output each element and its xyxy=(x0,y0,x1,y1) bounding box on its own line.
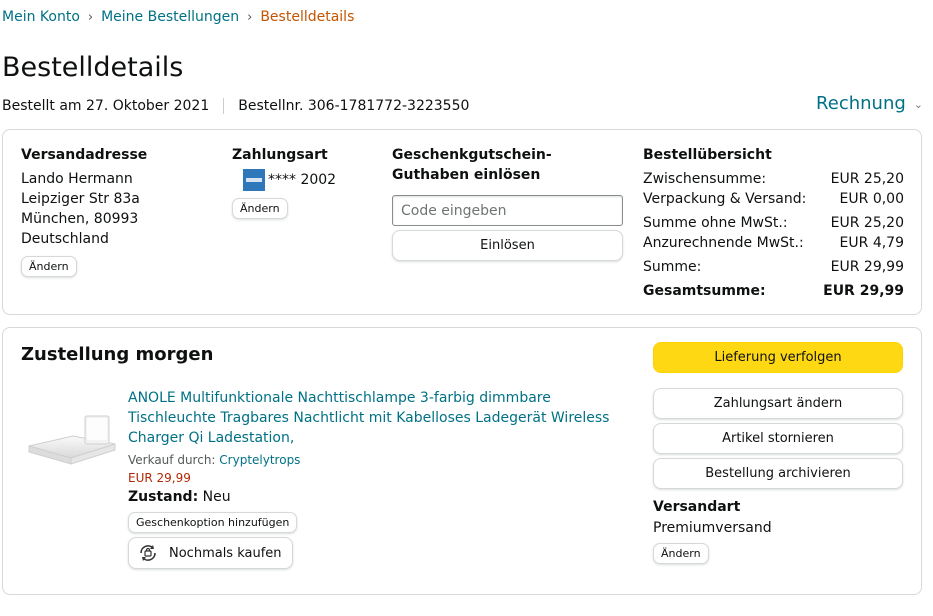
summary-label: Summe ohne MwSt.: xyxy=(643,215,788,231)
invoice-dropdown[interactable]: Rechnung ⌄ xyxy=(816,93,923,114)
shipment-actions: Lieferung verfolgen Zahlungsart ändern A… xyxy=(653,342,903,564)
summary-label: Anzurechnende MwSt.: xyxy=(643,235,804,251)
breadcrumb-separator-icon: › xyxy=(247,9,253,25)
order-summary-section: Bestellübersicht Zwischensumme: EUR 25,2… xyxy=(643,145,904,301)
shipping-address-section: Versandadresse Lando Hermann Leipziger S… xyxy=(21,145,211,277)
delivery-status-title: Zustellung morgen xyxy=(21,344,214,365)
summary-row: Zwischensumme: EUR 25,20 xyxy=(643,169,904,189)
summary-row: Summe ohne MwSt.: EUR 25,20 xyxy=(643,213,904,233)
change-payment-method-button[interactable]: Zahlungsart ändern xyxy=(653,388,903,419)
order-number: Bestellnr. 306-1781772-3223550 xyxy=(238,98,470,114)
redeem-button[interactable]: Einlösen xyxy=(392,230,623,261)
gift-card-section: Geschenkgutschein-Guthaben einlösen Einl… xyxy=(392,145,623,261)
invoice-label: Rechnung xyxy=(816,93,906,114)
summary-label: Verpackung & Versand: xyxy=(643,191,807,207)
breadcrumb-current: Bestelldetails xyxy=(260,9,355,25)
breadcrumb-my-orders[interactable]: Meine Bestellungen xyxy=(101,9,239,25)
product-info: ANOLE Multifunktionale Nachttischlampe 3… xyxy=(128,388,628,569)
sold-by-label: Verkauf durch: xyxy=(128,453,216,467)
page-title: Bestelldetails xyxy=(2,52,184,83)
track-package-button[interactable]: Lieferung verfolgen xyxy=(653,342,903,373)
buy-again-button[interactable]: Nochmals kaufen xyxy=(128,537,293,569)
summary-total-value: EUR 29,99 xyxy=(823,283,904,299)
order-summary-title: Bestellübersicht xyxy=(643,147,772,163)
order-info-box: Versandadresse Lando Hermann Leipziger S… xyxy=(2,129,922,315)
buy-again-icon xyxy=(140,545,156,561)
address-line: München, 80993 xyxy=(21,211,139,227)
change-payment-button[interactable]: Ändern xyxy=(232,198,288,219)
chevron-down-icon: ⌄ xyxy=(913,98,923,111)
shipping-method-title: Versandart xyxy=(653,499,741,515)
address-line: Lando Hermann xyxy=(21,171,133,187)
summary-label: Zwischensumme: xyxy=(643,171,767,187)
breadcrumb-separator-icon: › xyxy=(87,9,94,25)
summary-label: Summe: xyxy=(643,259,702,275)
summary-row: Anzurechnende MwSt.: EUR 4,79 xyxy=(643,233,904,253)
gift-card-title: Geschenkgutschein-Guthaben einlösen xyxy=(392,147,552,183)
summary-total-label: Gesamtsumme: xyxy=(643,283,766,299)
summary-value: EUR 4,79 xyxy=(839,235,904,251)
summary-total-row: Gesamtsumme: EUR 29,99 xyxy=(643,281,904,301)
change-shipping-method-button[interactable]: Ändern xyxy=(653,543,709,564)
shipping-address-title: Versandadresse xyxy=(21,147,148,163)
summary-value: EUR 0,00 xyxy=(839,191,904,207)
order-date: Bestellt am 27. Oktober 2021 xyxy=(2,98,210,114)
archive-order-button[interactable]: Bestellung archivieren xyxy=(653,458,903,489)
summary-row: Verpackung & Versand: EUR 0,00 xyxy=(643,189,904,209)
card-suffix: **** 2002 xyxy=(268,172,337,188)
sold-by: Verkauf durch: Cryptelytrops xyxy=(128,453,628,467)
summary-value: EUR 29,99 xyxy=(830,259,904,275)
order-meta: Bestellt am 27. Oktober 2021 Bestellnr. … xyxy=(2,98,469,114)
address-line: Deutschland xyxy=(21,231,109,247)
meta-divider xyxy=(223,98,225,114)
product-condition: Zustand: Neu xyxy=(128,489,628,505)
summary-value: EUR 25,20 xyxy=(830,171,904,187)
change-address-button[interactable]: Ändern xyxy=(21,256,77,277)
summary-row: Summe: EUR 29,99 xyxy=(643,257,904,277)
amex-card-icon xyxy=(243,169,265,191)
summary-value: EUR 25,20 xyxy=(830,215,904,231)
product-title-link[interactable]: ANOLE Multifunktionale Nachttischlampe 3… xyxy=(128,388,628,448)
breadcrumb-my-account[interactable]: Mein Konto xyxy=(2,9,80,25)
payment-title: Zahlungsart xyxy=(232,147,328,163)
payment-card: **** 2002 xyxy=(243,169,362,191)
payment-section: Zahlungsart **** 2002 Ändern xyxy=(232,145,362,219)
address-line: Leipziger Str 83a xyxy=(21,191,140,207)
condition-value: Neu xyxy=(202,489,231,505)
product-image[interactable] xyxy=(23,406,119,468)
product-price: EUR 29,99 xyxy=(128,471,191,485)
shipment-box: Zustellung morgen ANOLE Multifunktionale… xyxy=(2,327,922,595)
seller-link[interactable]: Cryptelytrops xyxy=(219,453,300,467)
add-gift-option-button[interactable]: Geschenkoption hinzufügen xyxy=(128,512,298,533)
gift-code-input[interactable] xyxy=(392,195,623,226)
cancel-item-button[interactable]: Artikel stornieren xyxy=(653,423,903,454)
breadcrumb: Mein Konto › Meine Bestellungen › Bestel… xyxy=(2,9,354,25)
shipping-method-value: Premiumversand xyxy=(653,520,772,536)
buy-again-label: Nochmals kaufen xyxy=(169,545,282,561)
condition-label: Zustand: xyxy=(128,489,199,505)
